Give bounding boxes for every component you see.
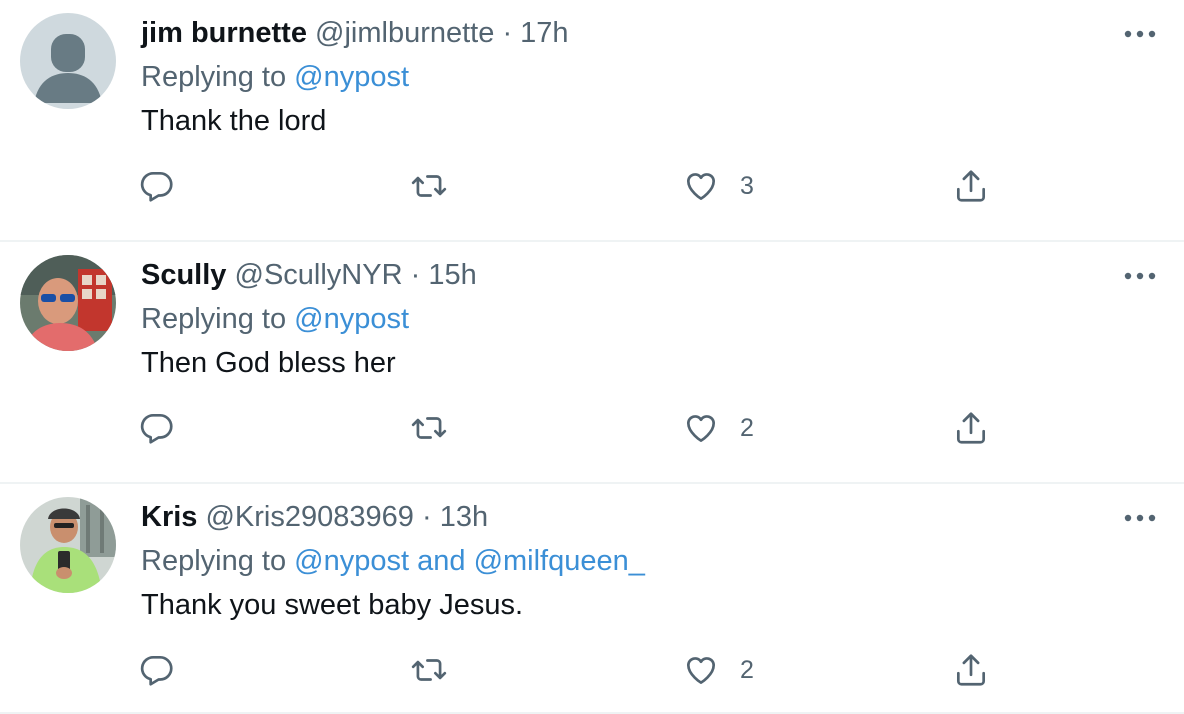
mention-joiner: and (417, 545, 466, 577)
tweet-actions: 2 (138, 646, 1018, 694)
tweet-text: Thank the lord (141, 105, 327, 137)
separator-dot: · (410, 259, 421, 291)
tweet-actions: 3 (138, 162, 1018, 210)
tweet[interactable]: jim burnette @jimlburnette · 17h Replyin… (0, 0, 1184, 242)
avatar[interactable] (20, 255, 116, 351)
heart-icon (686, 415, 716, 443)
retweet-button[interactable] (410, 646, 448, 694)
like-count: 2 (740, 655, 754, 684)
more-icon (1124, 30, 1156, 38)
separator-dot: · (421, 501, 432, 533)
like-count: 2 (740, 413, 754, 442)
more-options-button[interactable] (1120, 500, 1160, 536)
share-icon (956, 412, 986, 444)
mention-link[interactable]: @milfqueen_ (474, 545, 645, 577)
replying-to-label: Replying to (141, 61, 287, 93)
tweet-header: Kris @Kris29083969 · 13h (141, 498, 488, 536)
user-handle[interactable]: @jimlburnette (315, 17, 494, 49)
retweet-icon (411, 417, 447, 439)
tweet-header: Scully @ScullyNYR · 15h (141, 256, 477, 294)
like-button[interactable]: 2 (682, 404, 754, 452)
reply-button[interactable] (138, 404, 176, 452)
tweet[interactable]: Scully @ScullyNYR · 15h Replying to @nyp… (0, 242, 1184, 484)
profile-photo-icon (20, 497, 116, 593)
share-button[interactable] (952, 646, 990, 694)
avatar[interactable] (20, 13, 116, 109)
user-name[interactable]: Scully (141, 259, 226, 291)
tweet[interactable]: Kris @Kris29083969 · 13h Replying to @ny… (0, 484, 1184, 714)
replying-to-label: Replying to (141, 545, 287, 577)
more-options-button[interactable] (1120, 16, 1160, 52)
reply-icon (140, 171, 173, 202)
separator-dot: · (502, 17, 513, 49)
mention-link[interactable]: @nypost (294, 303, 409, 335)
timestamp[interactable]: 13h (440, 501, 488, 533)
mention-link[interactable]: @nypost (294, 61, 409, 93)
like-count: 3 (740, 171, 754, 200)
tweet-actions: 2 (138, 404, 1018, 452)
default-avatar-icon (20, 13, 116, 109)
like-button[interactable]: 3 (682, 162, 754, 210)
reply-button[interactable] (138, 162, 176, 210)
reply-button[interactable] (138, 646, 176, 694)
retweet-icon (411, 175, 447, 197)
share-button[interactable] (952, 404, 990, 452)
user-name[interactable]: Kris (141, 501, 197, 533)
retweet-icon (411, 659, 447, 681)
mention-link[interactable]: @nypost (294, 545, 409, 577)
like-button[interactable]: 2 (682, 646, 754, 694)
replying-to: Replying to @nypost and @milfqueen_ (141, 542, 645, 580)
replying-to-label: Replying to (141, 303, 287, 335)
user-handle[interactable]: @Kris29083969 (205, 501, 413, 533)
user-name[interactable]: jim burnette (141, 17, 307, 49)
more-icon (1124, 272, 1156, 280)
reply-icon (140, 655, 173, 686)
timestamp[interactable]: 15h (428, 259, 476, 291)
profile-photo-icon (20, 255, 116, 351)
heart-icon (686, 657, 716, 685)
tweet-text: Then God bless her (141, 347, 396, 379)
replying-to: Replying to @nypost (141, 58, 409, 96)
timestamp[interactable]: 17h (520, 17, 568, 49)
tweet-header: jim burnette @jimlburnette · 17h (141, 14, 569, 52)
avatar[interactable] (20, 497, 116, 593)
reply-icon (140, 413, 173, 444)
heart-icon (686, 173, 716, 201)
replying-to: Replying to @nypost (141, 300, 409, 338)
more-icon (1124, 514, 1156, 522)
tweet-text: Thank you sweet baby Jesus. (141, 589, 524, 621)
share-icon (956, 170, 986, 202)
more-options-button[interactable] (1120, 258, 1160, 294)
user-handle[interactable]: @ScullyNYR (235, 259, 403, 291)
retweet-button[interactable] (410, 162, 448, 210)
share-icon (956, 654, 986, 686)
retweet-button[interactable] (410, 404, 448, 452)
share-button[interactable] (952, 162, 990, 210)
